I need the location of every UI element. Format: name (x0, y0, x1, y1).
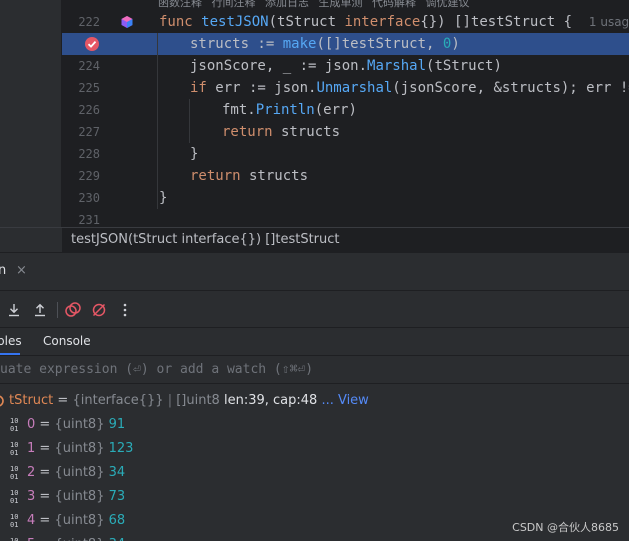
debug-subtabs: bles Console (0, 329, 629, 356)
step-out-button[interactable] (30, 300, 50, 320)
hint-action[interactable]: 调优建议 (426, 0, 470, 9)
step-out-icon (35, 303, 45, 317)
line-number: 222 (78, 15, 100, 29)
toolbar-separator (57, 302, 58, 318)
breadcrumb-item[interactable]: testJSON(tStruct interface{}) []testStru… (71, 232, 340, 247)
step-into-icon (9, 304, 19, 317)
hint-action[interactable]: 添加日志 (265, 0, 309, 9)
code-text: structs := make([]testStruct, 0) (190, 36, 460, 52)
variable-row[interactable]: 10 01 0 = {uint8} 91 (0, 413, 629, 437)
line-number: 226 (78, 103, 100, 117)
code-text: } (190, 146, 199, 162)
line-number: 227 (78, 125, 100, 139)
code-line[interactable]: 227 return structs (62, 121, 629, 143)
code-text: } (159, 190, 168, 206)
debug-panel: n × bles Console uate expression (⏎) or … (0, 252, 629, 541)
variable-text: 5 = {uint8} 34 (27, 537, 125, 541)
tool-window-strip (0, 227, 62, 252)
code-line[interactable]: 229 return structs (62, 165, 629, 187)
active-tab-indicator (0, 353, 20, 355)
code-line[interactable]: 231 (62, 209, 629, 227)
svg-text:01: 01 (10, 473, 18, 481)
evaluate-expression-input[interactable]: uate expression (⏎) or add a watch (⇧⌘⏎) (0, 362, 313, 377)
svg-text:10: 10 (10, 489, 18, 497)
svg-text:01: 01 (10, 497, 18, 505)
svg-text:10: 10 (10, 417, 18, 425)
step-into-button[interactable] (4, 300, 24, 320)
usage-hint[interactable]: 1 usage (589, 15, 629, 29)
svg-text:10: 10 (10, 513, 18, 521)
variable-row-root[interactable]: tStruct = {interface{}} | []uint8 len:39… (0, 389, 629, 413)
tool-window-strip (0, 0, 62, 227)
hint-action[interactable]: 函数注释 (158, 0, 202, 9)
svg-text:01: 01 (10, 521, 18, 529)
indent-guide (189, 99, 190, 143)
variable-text: 1 = {uint8} 123 (27, 441, 134, 456)
mute-breakpoints-button[interactable] (89, 300, 109, 320)
variable-text: 0 = {uint8} 91 (27, 417, 126, 432)
binary-field-icon: 10 01 (10, 465, 18, 481)
breadcrumb[interactable]: testJSON(tStruct interface{}) []testStru… (62, 227, 629, 252)
variable-text: 4 = {uint8} 68 (27, 513, 126, 528)
binary-field-icon: 10 01 (10, 417, 18, 433)
view-link[interactable]: ... View (321, 393, 368, 408)
variable-row[interactable]: 10 01 3 = {uint8} 73 (0, 485, 629, 509)
indent-guide (157, 33, 158, 209)
code-line[interactable]: 228 } (62, 143, 629, 165)
variable-text: 2 = {uint8} 34 (27, 465, 126, 480)
variable-text: tStruct = {interface{}} | []uint8 len:39… (9, 393, 369, 408)
close-tab-icon[interactable]: × (16, 263, 27, 278)
line-number: 228 (78, 147, 100, 161)
tab-console[interactable]: Console (43, 334, 91, 348)
svg-text:10: 10 (10, 465, 18, 473)
variable-icon (0, 395, 4, 407)
variable-row[interactable]: 10 01 2 = {uint8} 34 (0, 461, 629, 485)
svg-text:10: 10 (10, 441, 18, 449)
more-options-button[interactable] (115, 300, 135, 320)
code-text: return structs (222, 124, 341, 140)
code-text: func testJSON(tStruct interface{}) []tes… (159, 11, 629, 33)
binary-field-icon: 10 01 (10, 537, 18, 541)
code-line[interactable]: 222 func testJSON(tStruct interface{}) [… (62, 11, 629, 33)
line-number: 230 (78, 191, 100, 205)
variable-text: 3 = {uint8} 73 (27, 489, 126, 504)
code-text: if err := json.Unmarshal(jsonScore, &str… (190, 80, 629, 96)
mute-breakpoints-icon (92, 303, 106, 317)
go-implements-icon[interactable] (120, 15, 134, 29)
debug-toolbar (0, 292, 629, 328)
debug-tab-bar: n × (0, 253, 629, 291)
code-line[interactable]: 225 if err := json.Unmarshal(jsonScore, … (62, 77, 629, 99)
breakpoints-icon (65, 302, 81, 317)
svg-text:10: 10 (10, 537, 18, 541)
line-number: 225 (78, 81, 100, 95)
watermark: CSDN @合伙人8685 (512, 521, 619, 534)
hint-action[interactable]: 行间注释 (212, 0, 256, 9)
svg-text:01: 01 (10, 425, 18, 433)
hint-action[interactable]: 代码解释 (372, 0, 416, 9)
line-number: 224 (78, 59, 100, 73)
code-text: fmt.Println(err) (222, 102, 357, 118)
code-line[interactable]: 224 jsonScore, _ := json.Marshal(tStruct… (62, 55, 629, 77)
binary-field-icon: 10 01 (10, 489, 18, 505)
binary-field-icon: 10 01 (10, 441, 18, 457)
code-text: jsonScore, _ := json.Marshal(tStruct) (190, 58, 502, 74)
more-vertical-icon (123, 303, 127, 317)
svg-text:01: 01 (10, 449, 18, 457)
line-number: 231 (78, 213, 100, 227)
code-line[interactable]: 226 fmt.Println(err) (62, 99, 629, 121)
evaluate-expression-bar[interactable]: uate expression (⏎) or add a watch (⇧⌘⏎) (0, 357, 629, 384)
hint-action[interactable]: 生成单测 (319, 0, 363, 9)
code-editor[interactable]: 函数注释 行间注释 添加日志 生成单测 代码解释 调优建议 222 func t… (0, 0, 629, 227)
line-number: 229 (78, 169, 100, 183)
code-line[interactable]: 230 } (62, 187, 629, 209)
tab-variables[interactable]: bles (0, 334, 22, 348)
debug-session-tab[interactable]: n (0, 263, 6, 278)
code-text: return structs (190, 168, 309, 184)
variable-row[interactable]: 10 01 1 = {uint8} 123 (0, 437, 629, 461)
breakpoint-icon[interactable] (84, 36, 100, 52)
view-breakpoints-button[interactable] (63, 300, 83, 320)
code-line-current[interactable]: structs := make([]testStruct, 0) (62, 33, 629, 55)
binary-field-icon: 10 01 (10, 513, 18, 529)
ai-hint-bar: 函数注释 行间注释 添加日志 生成单测 代码解释 调优建议 (158, 0, 476, 9)
